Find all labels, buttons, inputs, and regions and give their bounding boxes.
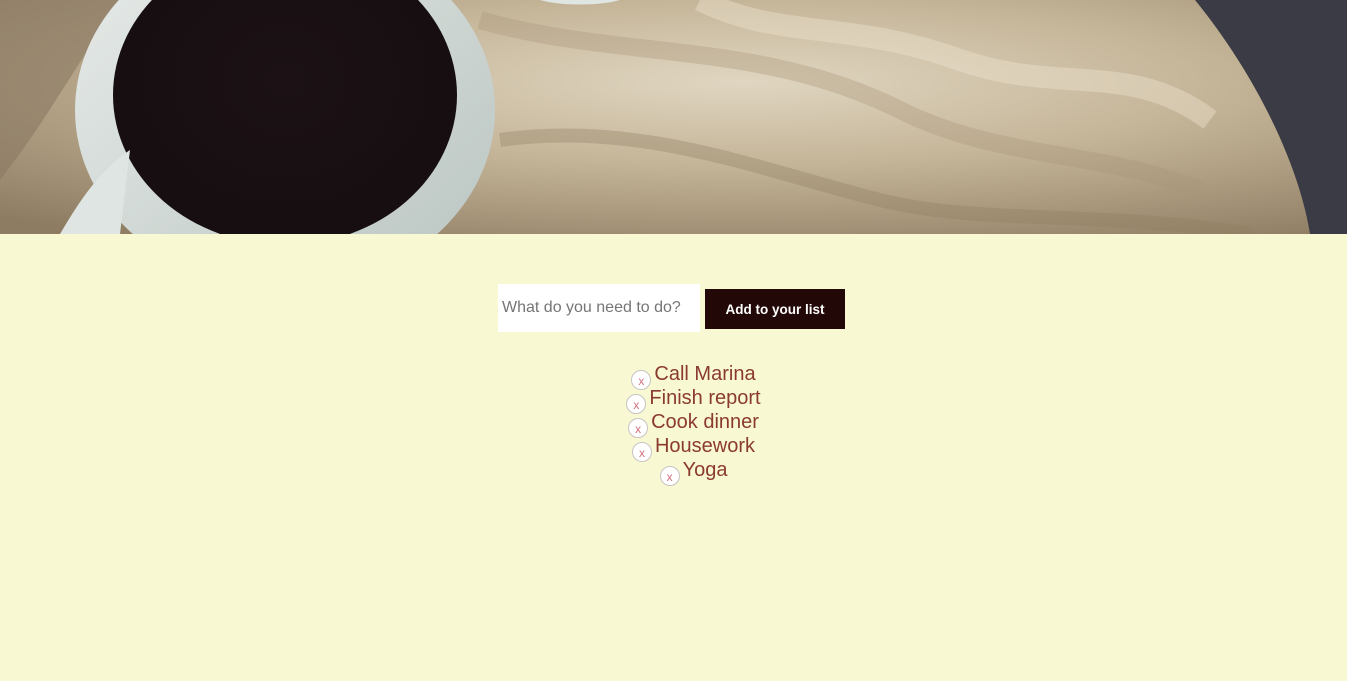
list-item: x Finish report	[0, 386, 1347, 414]
add-to-list-button[interactable]: Add to your list	[705, 289, 845, 329]
todo-input[interactable]	[498, 284, 700, 332]
remove-icon[interactable]: x	[631, 442, 652, 462]
todo-text: Housework	[654, 435, 756, 457]
coffee-cup-image	[0, 0, 1347, 234]
list-item: x Cook dinner	[0, 410, 1347, 438]
add-todo-form: Add to your list	[498, 284, 845, 332]
list-item: x Yoga	[0, 458, 1347, 486]
todo-text: Yoga	[682, 459, 728, 481]
remove-icon[interactable]: x	[659, 466, 680, 486]
hero-image	[0, 0, 1347, 234]
todo-text: Cook dinner	[651, 411, 759, 433]
todo-list: x Call Marina x Finish report x Cook dinner…	[0, 362, 1347, 486]
todo-text: Call Marina	[654, 363, 756, 385]
list-item: x Call Marina	[0, 362, 1347, 390]
todo-text: Finish report	[649, 387, 761, 409]
list-item: x Housework	[0, 434, 1347, 462]
